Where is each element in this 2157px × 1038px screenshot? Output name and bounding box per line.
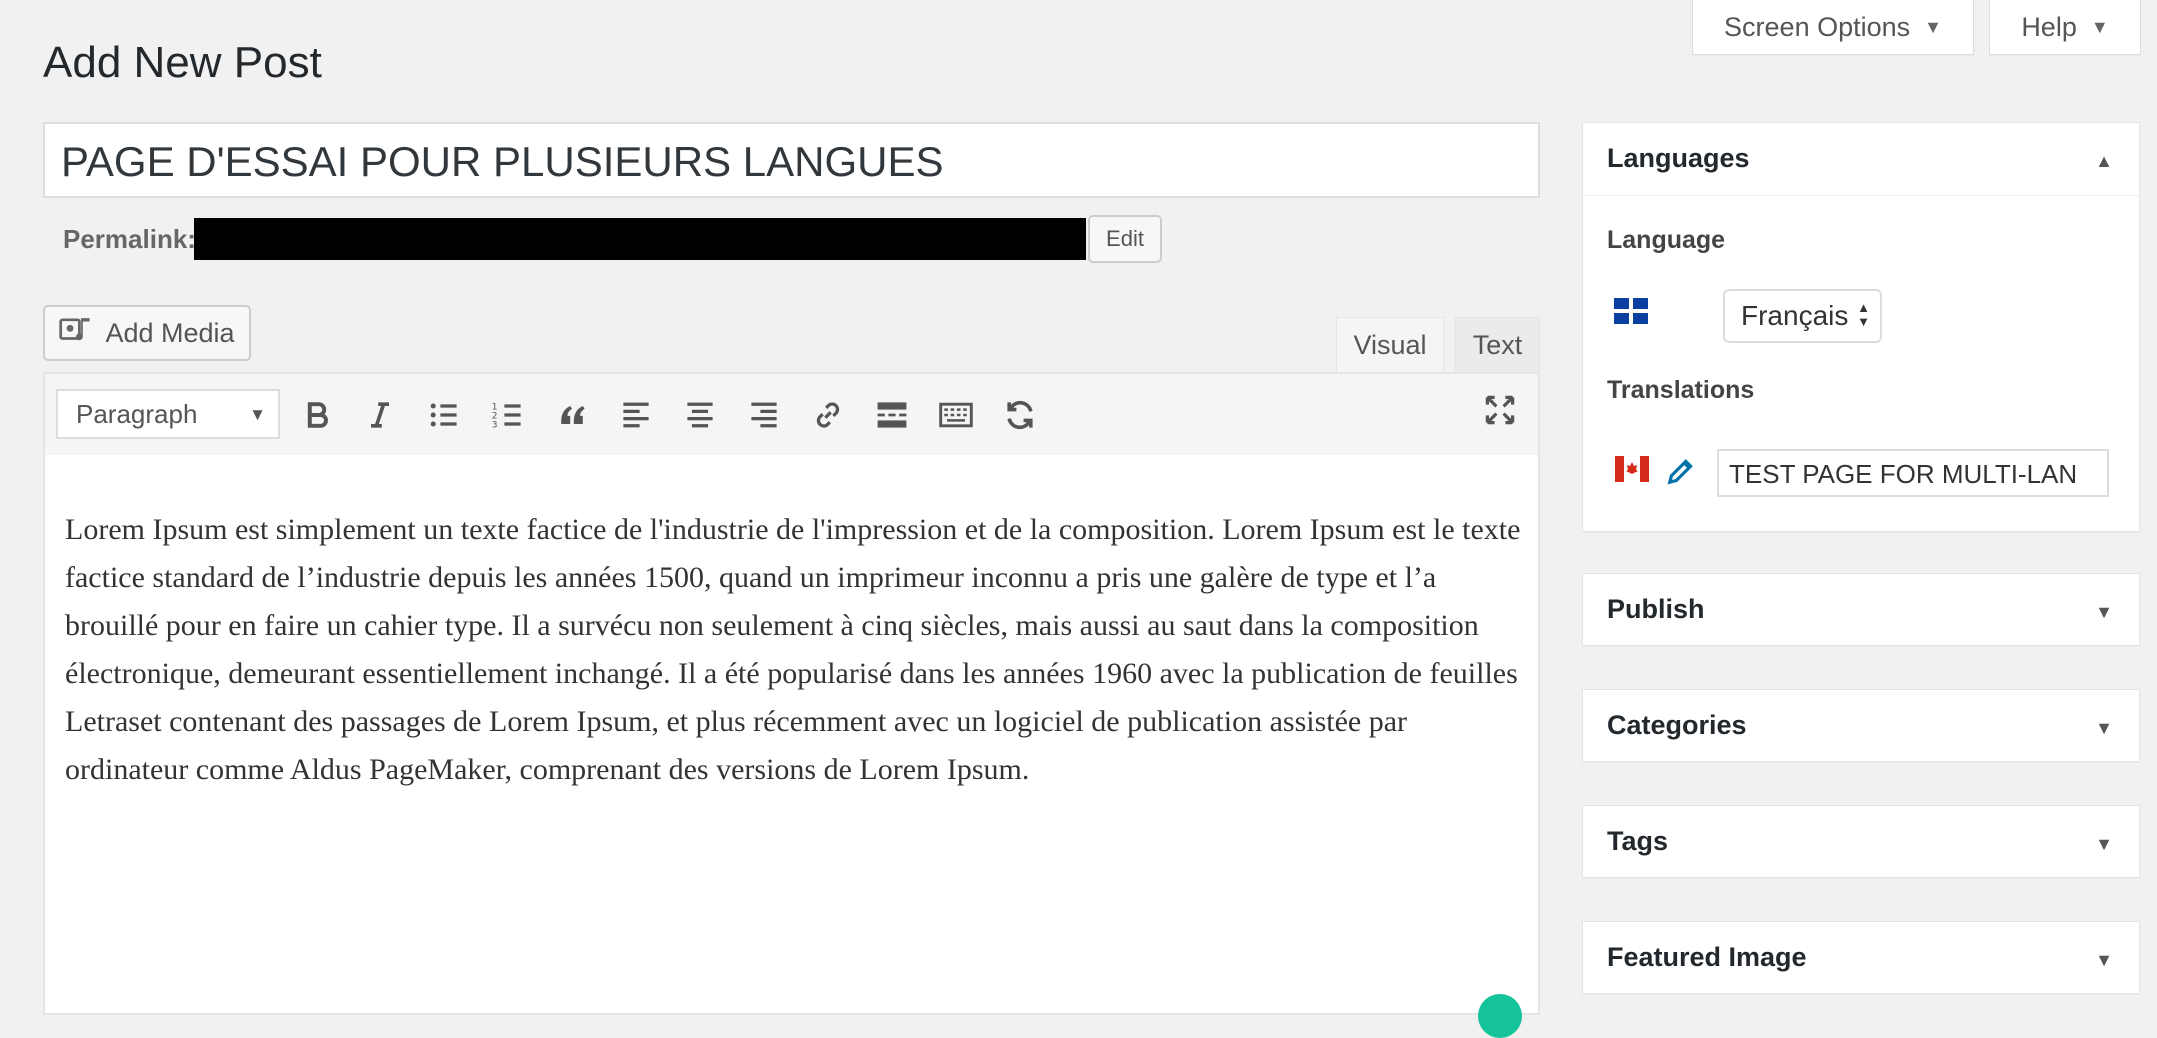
grammarly-icon[interactable]	[1478, 994, 1522, 1038]
numbered-list-icon[interactable]: 123	[486, 393, 530, 437]
expand-down-icon[interactable]: ▼	[2095, 602, 2113, 623]
tags-panel[interactable]: Tags ▼	[1582, 805, 2140, 878]
featured-image-heading: Featured Image	[1607, 942, 1807, 972]
page-title: Add New Post	[43, 38, 322, 87]
blockquote-icon[interactable]	[550, 393, 594, 437]
language-select[interactable]: Français ▲ ▼	[1723, 289, 1882, 343]
format-select-value: Paragraph	[76, 398, 198, 429]
align-left-icon[interactable]	[614, 393, 658, 437]
italic-icon[interactable]	[358, 393, 402, 437]
canada-flag-icon	[1615, 456, 1649, 487]
languages-heading[interactable]: Languages	[1607, 143, 1750, 174]
align-right-icon[interactable]	[742, 393, 786, 437]
caret-down-icon: ▼	[1924, 16, 1942, 37]
screen-options-button[interactable]: Screen Options ▼	[1692, 0, 1974, 55]
link-icon[interactable]	[806, 393, 850, 437]
publish-heading: Publish	[1607, 594, 1705, 624]
categories-heading: Categories	[1607, 710, 1747, 740]
permalink-edit-button[interactable]: Edit	[1088, 215, 1162, 263]
screen-options-label: Screen Options	[1724, 11, 1911, 42]
toolbar-toggle-icon[interactable]	[934, 393, 978, 437]
publish-panel[interactable]: Publish ▼	[1582, 573, 2140, 646]
translation-input[interactable]: TEST PAGE FOR MULTI-LAN	[1717, 449, 2109, 497]
svg-text:3: 3	[492, 421, 498, 431]
help-button[interactable]: Help ▼	[1989, 0, 2141, 55]
help-label: Help	[2021, 11, 2077, 42]
post-title-input[interactable]: PAGE D'ESSAI POUR PLUSIEURS LANGUES	[43, 122, 1540, 198]
tab-visual[interactable]: Visual	[1336, 317, 1444, 373]
language-select-value: Français	[1741, 300, 1849, 331]
bold-icon[interactable]	[295, 393, 339, 437]
bullet-list-icon[interactable]	[422, 393, 466, 437]
expand-down-icon[interactable]: ▼	[2095, 834, 2113, 855]
permalink-label: Permalink:	[63, 224, 196, 254]
editor-content-text[interactable]: Lorem Ipsum est simplement un texte fact…	[65, 506, 1530, 794]
expand-down-icon[interactable]: ▼	[2095, 718, 2113, 739]
read-more-icon[interactable]	[870, 393, 914, 437]
format-select[interactable]: Paragraph ▼	[56, 389, 280, 439]
featured-image-panel[interactable]: Featured Image ▼	[1582, 921, 2140, 994]
fullscreen-icon[interactable]	[1478, 388, 1522, 432]
collapse-up-icon[interactable]: ▲	[2095, 151, 2113, 172]
media-icon	[59, 313, 93, 354]
edit-pencil-icon[interactable]	[1665, 454, 1697, 493]
add-media-button[interactable]: Add Media	[43, 305, 251, 361]
caret-down-icon: ▼	[249, 405, 266, 424]
tab-text[interactable]: Text	[1455, 317, 1540, 373]
tags-heading: Tags	[1607, 826, 1669, 856]
translations-label: Translations	[1607, 376, 1755, 404]
quebec-flag-icon	[1614, 298, 1648, 329]
refresh-icon[interactable]	[998, 393, 1042, 437]
categories-panel[interactable]: Categories ▼	[1582, 689, 2140, 762]
add-media-label: Add Media	[105, 317, 235, 348]
align-center-icon[interactable]	[678, 393, 722, 437]
expand-down-icon[interactable]: ▼	[2095, 950, 2113, 971]
permalink-url-redacted[interactable]	[194, 218, 1086, 260]
language-label: Language	[1607, 226, 1726, 254]
caret-down-icon: ▼	[2090, 16, 2109, 37]
select-arrows-icon: ▲ ▼	[1857, 300, 1870, 329]
